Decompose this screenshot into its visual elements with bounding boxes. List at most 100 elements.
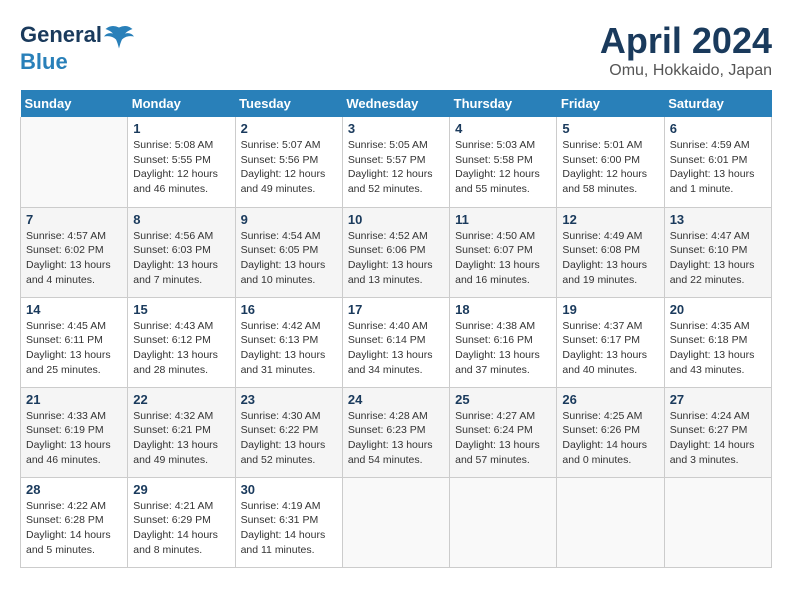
logo-bird-icon — [104, 20, 134, 50]
day-info: Sunrise: 4:38 AMSunset: 6:16 PMDaylight:… — [455, 319, 551, 378]
day-number: 1 — [133, 121, 229, 136]
day-number: 2 — [241, 121, 337, 136]
calendar-cell: 27 Sunrise: 4:24 AMSunset: 6:27 PMDayligh… — [664, 387, 771, 477]
day-info: Sunrise: 4:19 AMSunset: 6:31 PMDaylight:… — [241, 499, 337, 558]
day-info: Sunrise: 4:40 AMSunset: 6:14 PMDaylight:… — [348, 319, 444, 378]
week-row-3: 14 Sunrise: 4:45 AMSunset: 6:11 PMDayligh… — [21, 297, 772, 387]
day-number: 9 — [241, 212, 337, 227]
day-number: 24 — [348, 392, 444, 407]
column-header-wednesday: Wednesday — [342, 90, 449, 117]
day-info: Sunrise: 5:05 AMSunset: 5:57 PMDaylight:… — [348, 138, 444, 197]
calendar-cell: 13Sunrise: 4:47 AMSunset: 6:10 PMDayligh… — [664, 207, 771, 297]
day-number: 20 — [670, 302, 766, 317]
day-info: Sunrise: 5:01 AMSunset: 6:00 PMDaylight:… — [562, 138, 658, 197]
day-number: 26 — [562, 392, 658, 407]
day-number: 4 — [455, 121, 551, 136]
day-number: 16 — [241, 302, 337, 317]
day-info: Sunrise: 4:50 AMSunset: 6:07 PMDaylight:… — [455, 229, 551, 288]
day-number: 19 — [562, 302, 658, 317]
day-number: 22 — [133, 392, 229, 407]
day-info: Sunrise: 4:21 AMSunset: 6:29 PMDaylight:… — [133, 499, 229, 558]
day-number: 17 — [348, 302, 444, 317]
day-info: Sunrise: 4:32 AMSunset: 6:21 PMDaylight:… — [133, 409, 229, 468]
week-row-4: 21 Sunrise: 4:33 AMSunset: 6:19 PMDayligh… — [21, 387, 772, 477]
day-number: 14 — [26, 302, 122, 317]
calendar-cell: 20 Sunrise: 4:35 AMSunset: 6:18 PMDayligh… — [664, 297, 771, 387]
day-number: 6 — [670, 121, 766, 136]
calendar-cell: 19 Sunrise: 4:37 AMSunset: 6:17 PMDayligh… — [557, 297, 664, 387]
calendar-cell: 7 Sunrise: 4:57 AMSunset: 6:02 PMDaylight… — [21, 207, 128, 297]
day-number: 25 — [455, 392, 551, 407]
week-row-1: 1Sunrise: 5:08 AMSunset: 5:55 PMDaylight… — [21, 117, 772, 207]
day-info: Sunrise: 5:03 AMSunset: 5:58 PMDaylight:… — [455, 138, 551, 197]
week-row-2: 7 Sunrise: 4:57 AMSunset: 6:02 PMDaylight… — [21, 207, 772, 297]
calendar-table: SundayMondayTuesdayWednesdayThursdayFrid… — [20, 90, 772, 568]
calendar-cell: 3 Sunrise: 5:05 AMSunset: 5:57 PMDaylight… — [342, 117, 449, 207]
calendar-cell: 12 Sunrise: 4:49 AMSunset: 6:08 PMDayligh… — [557, 207, 664, 297]
day-number: 5 — [562, 121, 658, 136]
column-header-thursday: Thursday — [450, 90, 557, 117]
day-number: 27 — [670, 392, 766, 407]
day-info: Sunrise: 4:24 AMSunset: 6:27 PMDaylight:… — [670, 409, 766, 468]
calendar-cell: 18Sunrise: 4:38 AMSunset: 6:16 PMDayligh… — [450, 297, 557, 387]
day-number: 8 — [133, 212, 229, 227]
calendar-cell — [450, 477, 557, 567]
header-row: SundayMondayTuesdayWednesdayThursdayFrid… — [21, 90, 772, 117]
calendar-cell: 6 Sunrise: 4:59 AMSunset: 6:01 PMDaylight… — [664, 117, 771, 207]
calendar-cell: 8 Sunrise: 4:56 AMSunset: 6:03 PMDaylight… — [128, 207, 235, 297]
calendar-cell: 10Sunrise: 4:52 AMSunset: 6:06 PMDayligh… — [342, 207, 449, 297]
day-info: Sunrise: 4:43 AMSunset: 6:12 PMDaylight:… — [133, 319, 229, 378]
day-number: 21 — [26, 392, 122, 407]
calendar-cell: 28Sunrise: 4:22 AMSunset: 6:28 PMDayligh… — [21, 477, 128, 567]
day-info: Sunrise: 4:37 AMSunset: 6:17 PMDaylight:… — [562, 319, 658, 378]
logo-text-general: General — [20, 23, 102, 47]
column-header-friday: Friday — [557, 90, 664, 117]
day-info: Sunrise: 5:07 AMSunset: 5:56 PMDaylight:… — [241, 138, 337, 197]
calendar-cell: 11Sunrise: 4:50 AMSunset: 6:07 PMDayligh… — [450, 207, 557, 297]
day-info: Sunrise: 4:22 AMSunset: 6:28 PMDaylight:… — [26, 499, 122, 558]
calendar-cell — [342, 477, 449, 567]
calendar-cell: 5 Sunrise: 5:01 AMSunset: 6:00 PMDaylight… — [557, 117, 664, 207]
day-info: Sunrise: 4:49 AMSunset: 6:08 PMDaylight:… — [562, 229, 658, 288]
day-info: Sunrise: 4:27 AMSunset: 6:24 PMDaylight:… — [455, 409, 551, 468]
day-info: Sunrise: 4:59 AMSunset: 6:01 PMDaylight:… — [670, 138, 766, 197]
page-header: General Blue April 2024 Omu, Hokkaido, J… — [20, 20, 772, 80]
day-info: Sunrise: 4:28 AMSunset: 6:23 PMDaylight:… — [348, 409, 444, 468]
day-number: 15 — [133, 302, 229, 317]
day-number: 3 — [348, 121, 444, 136]
day-info: Sunrise: 4:30 AMSunset: 6:22 PMDaylight:… — [241, 409, 337, 468]
day-info: Sunrise: 4:25 AMSunset: 6:26 PMDaylight:… — [562, 409, 658, 468]
day-info: Sunrise: 4:33 AMSunset: 6:19 PMDaylight:… — [26, 409, 122, 468]
column-header-tuesday: Tuesday — [235, 90, 342, 117]
calendar-cell: 1Sunrise: 5:08 AMSunset: 5:55 PMDaylight… — [128, 117, 235, 207]
calendar-cell: 23 Sunrise: 4:30 AMSunset: 6:22 PMDayligh… — [235, 387, 342, 477]
day-info: Sunrise: 4:57 AMSunset: 6:02 PMDaylight:… — [26, 229, 122, 288]
day-info: Sunrise: 4:56 AMSunset: 6:03 PMDaylight:… — [133, 229, 229, 288]
day-info: Sunrise: 4:45 AMSunset: 6:11 PMDaylight:… — [26, 319, 122, 378]
calendar-subtitle: Omu, Hokkaido, Japan — [600, 62, 772, 80]
calendar-cell — [557, 477, 664, 567]
day-number: 23 — [241, 392, 337, 407]
day-info: Sunrise: 4:35 AMSunset: 6:18 PMDaylight:… — [670, 319, 766, 378]
week-row-5: 28Sunrise: 4:22 AMSunset: 6:28 PMDayligh… — [21, 477, 772, 567]
day-number: 12 — [562, 212, 658, 227]
calendar-cell: 30Sunrise: 4:19 AMSunset: 6:31 PMDayligh… — [235, 477, 342, 567]
calendar-cell: 22 Sunrise: 4:32 AMSunset: 6:21 PMDayligh… — [128, 387, 235, 477]
day-info: Sunrise: 4:47 AMSunset: 6:10 PMDaylight:… — [670, 229, 766, 288]
column-header-sunday: Sunday — [21, 90, 128, 117]
calendar-cell: 17 Sunrise: 4:40 AMSunset: 6:14 PMDayligh… — [342, 297, 449, 387]
calendar-cell: 9 Sunrise: 4:54 AMSunset: 6:05 PMDaylight… — [235, 207, 342, 297]
title-block: April 2024 Omu, Hokkaido, Japan — [600, 20, 772, 80]
calendar-cell: 21 Sunrise: 4:33 AMSunset: 6:19 PMDayligh… — [21, 387, 128, 477]
calendar-cell — [664, 477, 771, 567]
column-header-saturday: Saturday — [664, 90, 771, 117]
day-info: Sunrise: 4:52 AMSunset: 6:06 PMDaylight:… — [348, 229, 444, 288]
day-number: 7 — [26, 212, 122, 227]
calendar-cell: 15 Sunrise: 4:43 AMSunset: 6:12 PMDayligh… — [128, 297, 235, 387]
calendar-cell: 25 Sunrise: 4:27 AMSunset: 6:24 PMDayligh… — [450, 387, 557, 477]
day-info: Sunrise: 4:54 AMSunset: 6:05 PMDaylight:… — [241, 229, 337, 288]
day-number: 29 — [133, 482, 229, 497]
calendar-cell: 4 Sunrise: 5:03 AMSunset: 5:58 PMDaylight… — [450, 117, 557, 207]
calendar-cell: 2 Sunrise: 5:07 AMSunset: 5:56 PMDaylight… — [235, 117, 342, 207]
calendar-cell: 24 Sunrise: 4:28 AMSunset: 6:23 PMDayligh… — [342, 387, 449, 477]
